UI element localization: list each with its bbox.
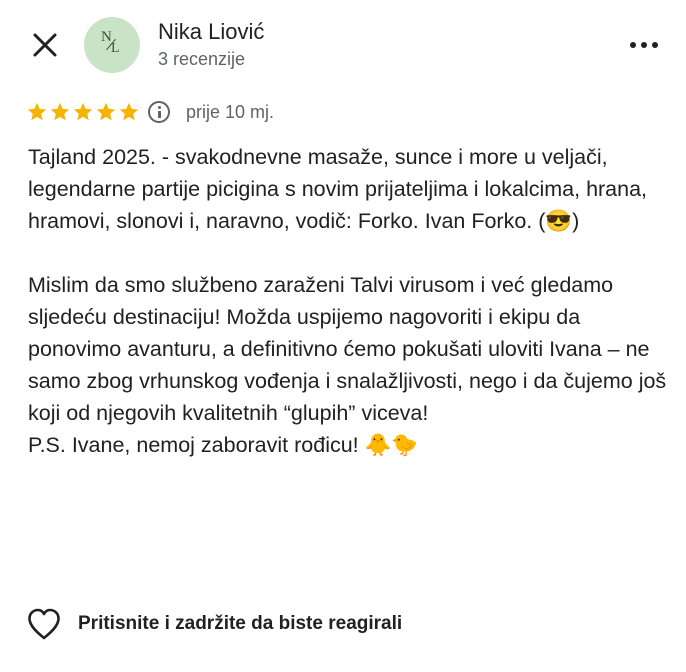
react-label: Pritisnite i zadržite da biste reagirali [78,613,403,634]
info-icon[interactable] [148,101,170,123]
heart-outline-icon [28,608,60,640]
avatar[interactable]: N L [84,17,140,73]
close-button[interactable] [28,28,62,62]
review-text: Tajland 2025. - svakodnevne masaže, sunc… [28,145,667,457]
more-dot [652,42,658,48]
star-icon [119,102,139,121]
more-dot [641,42,647,48]
star-icon [96,102,116,121]
user-name[interactable]: Nika Liović [158,19,264,45]
star-icon [73,102,93,121]
more-horizontal-icon [630,42,636,48]
close-icon [33,33,57,57]
review-time: prije 10 mj. [186,101,275,122]
star-icon [27,102,47,121]
avatar-initial-l: L [111,41,120,56]
star-icon [50,102,70,121]
review-count: 3 recenzije [158,49,246,69]
more-options-button[interactable] [626,32,662,58]
react-button[interactable]: Pritisnite i zadržite da biste reagirali [26,606,402,642]
star-rating [26,101,140,123]
review-card: N L Nika Liović 3 recenzije prije 10 mj.… [0,0,686,672]
rating-row: prije 10 mj. [26,97,274,127]
